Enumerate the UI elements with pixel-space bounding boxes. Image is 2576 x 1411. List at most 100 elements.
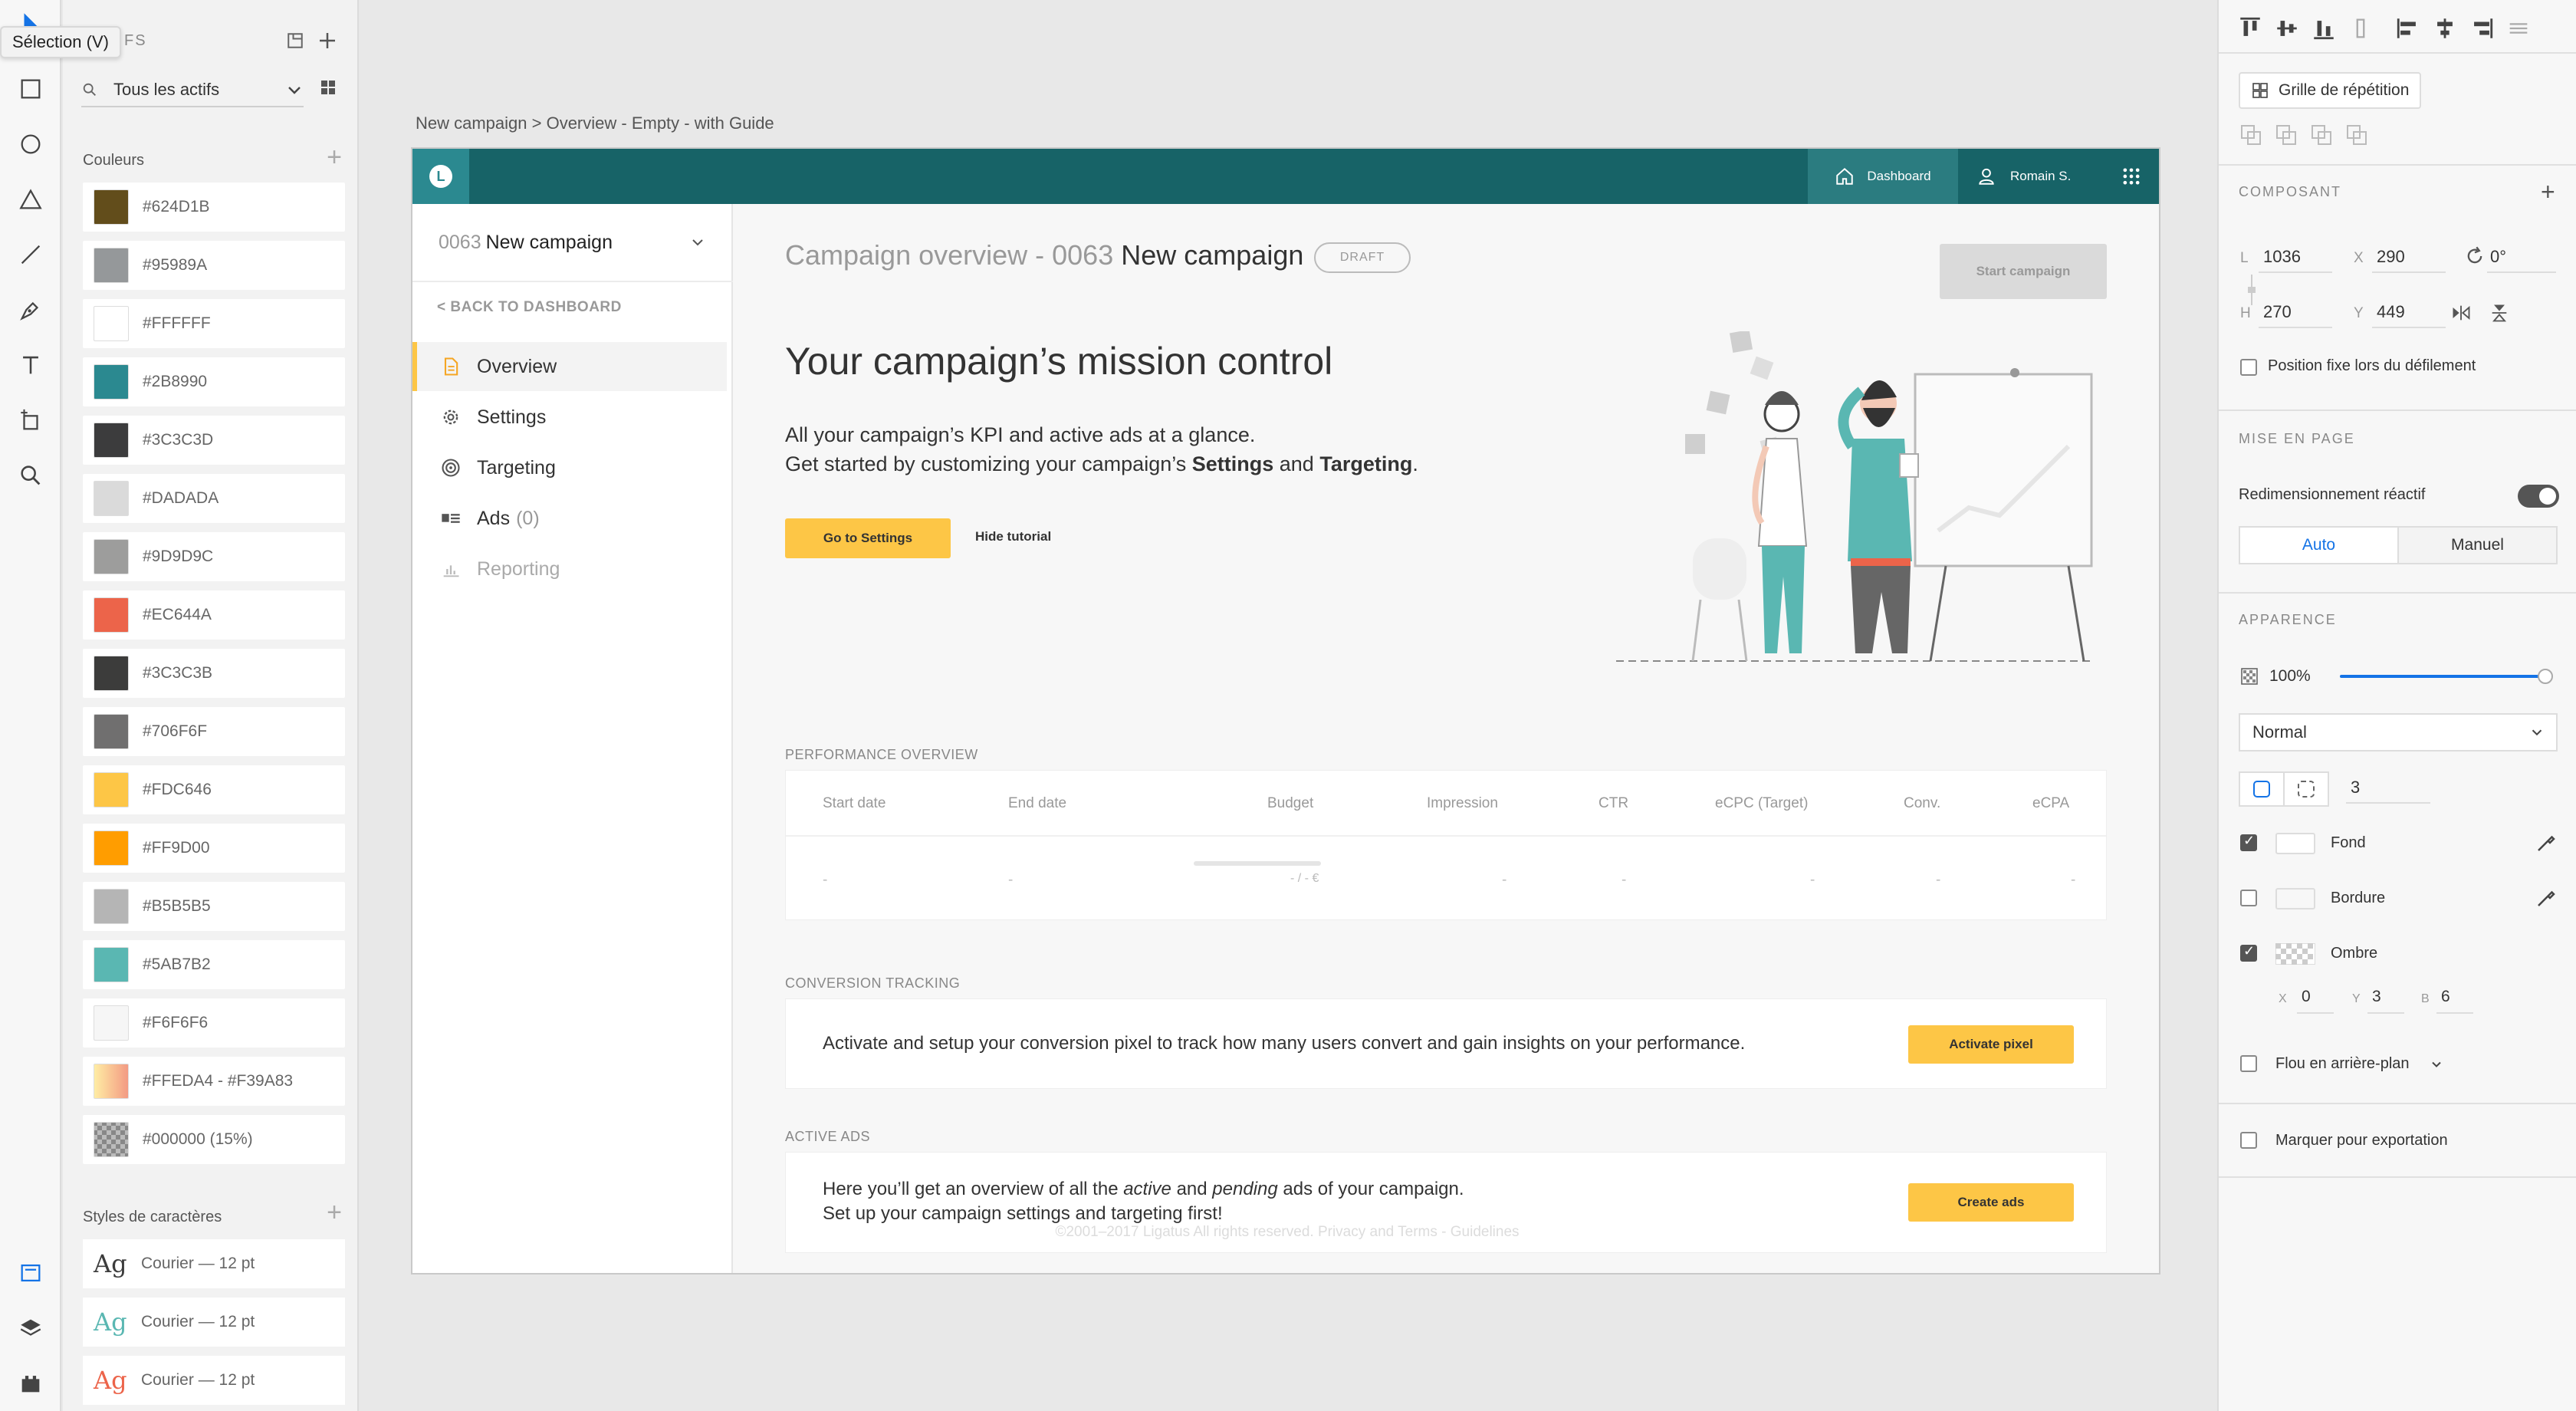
distribute-horizontal-icon[interactable] bbox=[2505, 15, 2532, 41]
align-right-icon[interactable] bbox=[2469, 15, 2495, 41]
sidebar-item-reporting[interactable]: Reporting bbox=[412, 544, 727, 594]
sidebar-item-targeting[interactable]: Targeting bbox=[412, 443, 727, 492]
color-swatch[interactable]: #FFEDA4 - #F39A83 bbox=[83, 1057, 345, 1106]
fill-checkbox[interactable] bbox=[2240, 833, 2257, 851]
go-to-settings-button[interactable]: Go to Settings bbox=[785, 518, 951, 558]
polygon-tool-icon[interactable] bbox=[14, 183, 48, 216]
rectangle-tool-icon[interactable] bbox=[14, 72, 48, 106]
color-swatch[interactable]: #95989A bbox=[83, 241, 345, 290]
sidebar-item-settings[interactable]: Settings bbox=[412, 393, 727, 442]
sidebar-item-ads[interactable]: Ads (0) bbox=[412, 494, 727, 543]
color-swatch[interactable]: #B5B5B5 bbox=[83, 882, 345, 931]
layers-panel-icon[interactable] bbox=[14, 1311, 48, 1345]
eyedropper-icon[interactable] bbox=[2535, 886, 2558, 909]
plugins-panel-icon[interactable] bbox=[14, 1367, 48, 1400]
color-swatch[interactable]: #DADADA bbox=[83, 474, 345, 523]
flip-horizontal-icon[interactable] bbox=[2450, 302, 2472, 324]
color-swatch[interactable]: #624D1B bbox=[83, 183, 345, 232]
color-swatch[interactable]: #F6F6F6 bbox=[83, 998, 345, 1048]
color-swatch[interactable]: #3C3C3D bbox=[83, 416, 345, 465]
char-style-item[interactable]: Ag Courier — 12 pt bbox=[83, 1239, 345, 1288]
artboard-tool-icon[interactable] bbox=[14, 403, 48, 437]
border-checkbox[interactable] bbox=[2240, 890, 2257, 906]
bg-blur-checkbox[interactable] bbox=[2240, 1055, 2257, 1072]
boolean-ops-icons[interactable] bbox=[2240, 124, 2371, 149]
artboard[interactable]: L Dashboard Romain S. 0063 New campaign … bbox=[411, 147, 2160, 1275]
campaign-selector[interactable]: 0063 New campaign bbox=[439, 227, 707, 258]
app-logo[interactable]: L bbox=[412, 149, 469, 204]
assets-filter[interactable]: Tous les actifs bbox=[81, 74, 304, 107]
color-swatch[interactable]: #9D9D9C bbox=[83, 532, 345, 581]
footer-note[interactable]: ©2001–2017 Ligatus All rights reserved. … bbox=[412, 1224, 2159, 1241]
shadow-checkbox[interactable] bbox=[2240, 943, 2257, 962]
shadow-blur-field[interactable]: 6 bbox=[2441, 988, 2450, 1006]
export-checkbox[interactable] bbox=[2240, 1132, 2257, 1149]
pen-tool-icon[interactable] bbox=[14, 293, 48, 327]
create-ads-button[interactable]: Create ads bbox=[1908, 1183, 2074, 1222]
export-library-icon[interactable] bbox=[284, 29, 307, 52]
fill-color-well[interactable] bbox=[2275, 833, 2315, 854]
color-swatch[interactable]: #2B8990 bbox=[83, 357, 345, 406]
add-asset-icon[interactable] bbox=[316, 29, 339, 52]
x-field[interactable]: 290 bbox=[2377, 247, 2405, 267]
individual-corner-icon[interactable] bbox=[2285, 773, 2328, 805]
blend-mode-select[interactable]: Normal bbox=[2239, 713, 2558, 752]
line-tool-icon[interactable] bbox=[14, 238, 48, 271]
start-campaign-button[interactable]: Start campaign bbox=[1940, 244, 2107, 299]
ellipse-tool-icon[interactable] bbox=[14, 127, 48, 161]
border-color-well[interactable] bbox=[2275, 888, 2315, 909]
activate-pixel-button[interactable]: Activate pixel bbox=[1908, 1025, 2074, 1064]
fixed-position-checkbox[interactable] bbox=[2240, 359, 2257, 376]
responsive-resize-toggle[interactable] bbox=[2518, 485, 2559, 508]
color-swatch[interactable]: #706F6F bbox=[83, 707, 345, 756]
shadow-x-field[interactable]: 0 bbox=[2302, 988, 2311, 1006]
align-bottom-icon[interactable] bbox=[2311, 15, 2337, 41]
color-swatch[interactable]: #FDC646 bbox=[83, 765, 345, 814]
nav-user-menu[interactable]: Romain S. bbox=[1976, 149, 2071, 204]
color-swatch[interactable]: #FF9D00 bbox=[83, 824, 345, 873]
chevron-down-icon[interactable] bbox=[2429, 1057, 2444, 1072]
back-to-dashboard-link[interactable]: < BACK TO DASHBOARD bbox=[437, 299, 622, 316]
opacity-slider[interactable] bbox=[2340, 669, 2553, 684]
color-swatch[interactable]: #EC644A bbox=[83, 590, 345, 640]
flip-vertical-icon[interactable] bbox=[2489, 302, 2510, 324]
eyedropper-icon[interactable] bbox=[2535, 831, 2558, 854]
distribute-vertical-icon[interactable] bbox=[2348, 15, 2374, 41]
char-style-item[interactable]: Ag Courier — 12 pt bbox=[83, 1356, 345, 1405]
color-swatch[interactable]: #3C3C3B bbox=[83, 649, 345, 698]
add-char-style-icon[interactable]: + bbox=[327, 1199, 342, 1225]
repeat-grid-button[interactable]: Grille de répétition bbox=[2239, 72, 2422, 109]
uniform-corner-icon[interactable] bbox=[2240, 773, 2285, 805]
y-field[interactable]: 449 bbox=[2377, 302, 2405, 322]
resize-mode-manual[interactable]: Manuel bbox=[2399, 528, 2556, 563]
rotation-field[interactable]: 0° bbox=[2490, 247, 2506, 267]
color-swatch[interactable]: #5AB7B2 bbox=[83, 940, 345, 989]
corner-radius-field[interactable]: 3 bbox=[2351, 778, 2360, 798]
grid-view-icon[interactable] bbox=[319, 78, 337, 97]
char-style-item[interactable]: Ag Courier — 12 pt bbox=[83, 1298, 345, 1347]
add-component-icon[interactable]: + bbox=[2541, 178, 2555, 206]
color-swatch[interactable]: #000000 (15%) bbox=[83, 1115, 345, 1164]
opacity-value[interactable]: 100% bbox=[2269, 667, 2311, 686]
artboard-name[interactable]: New campaign > Overview - Empty - with G… bbox=[416, 113, 774, 133]
apps-grid-icon[interactable] bbox=[2121, 166, 2142, 187]
align-top-icon[interactable] bbox=[2237, 15, 2263, 41]
align-center-icon[interactable] bbox=[2432, 15, 2458, 41]
align-left-icon[interactable] bbox=[2395, 15, 2421, 41]
lock-aspect-icon[interactable] bbox=[2246, 275, 2257, 305]
height-field[interactable]: 270 bbox=[2263, 302, 2292, 322]
sidebar-item-overview[interactable]: Overview bbox=[412, 342, 727, 391]
align-middle-icon[interactable] bbox=[2274, 15, 2300, 41]
performance-table: Start date End date Budget Impression CT… bbox=[785, 770, 2107, 920]
zoom-tool-icon[interactable] bbox=[14, 459, 48, 492]
assets-panel-icon[interactable] bbox=[14, 1256, 48, 1290]
color-swatch[interactable]: #FFFFFF bbox=[83, 299, 345, 348]
width-field[interactable]: 1036 bbox=[2263, 247, 2301, 267]
nav-dashboard-button[interactable]: Dashboard bbox=[1808, 149, 1958, 204]
add-color-icon[interactable]: + bbox=[327, 144, 342, 170]
hide-tutorial-link[interactable]: Hide tutorial bbox=[975, 529, 1051, 544]
text-tool-icon[interactable] bbox=[14, 348, 48, 382]
shadow-color-well[interactable] bbox=[2275, 943, 2315, 965]
shadow-y-field[interactable]: 3 bbox=[2372, 988, 2381, 1006]
resize-mode-auto[interactable]: Auto bbox=[2240, 528, 2399, 563]
